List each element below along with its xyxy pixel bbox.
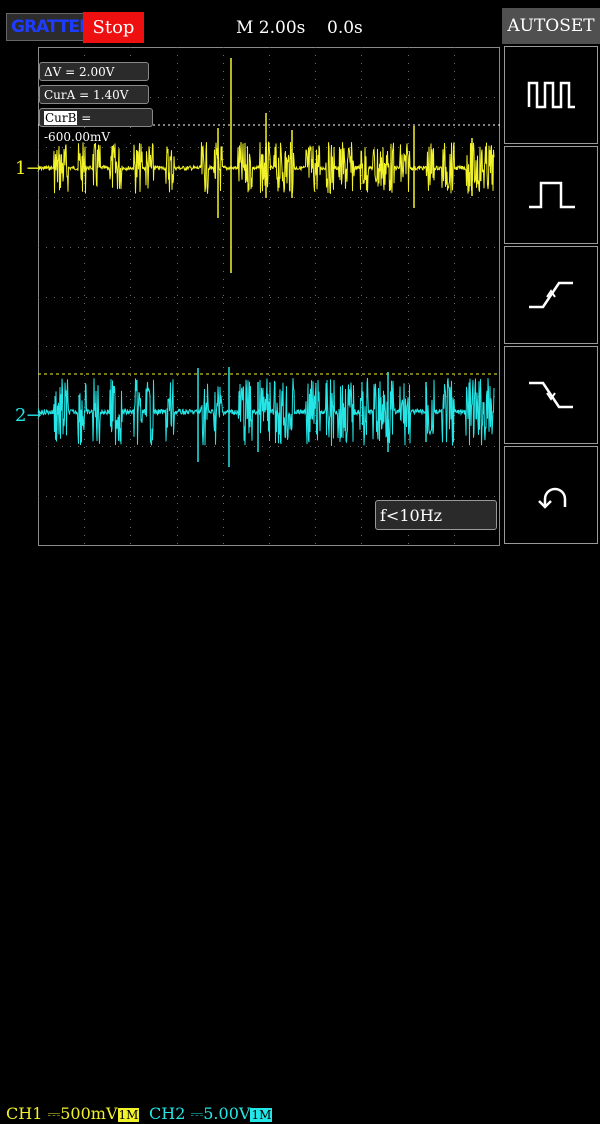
timebase-readout[interactable]: M 2.00s xyxy=(236,18,305,38)
ch1-status[interactable]: CH1 ⎓500mV1M xyxy=(6,1104,140,1124)
run-stop-button[interactable]: Stop xyxy=(83,12,144,43)
ch1-level-marker[interactable]: 1→ xyxy=(15,158,42,179)
arrow-right-icon: → xyxy=(26,405,42,426)
ch2-status[interactable]: CH2 ⎓5.00V1M xyxy=(149,1104,273,1124)
dc-coupling-icon: ⎓ xyxy=(47,1104,61,1123)
ch2-impedance-badge: 1M xyxy=(250,1108,273,1122)
falling-edge-icon xyxy=(529,381,573,409)
ch2-level-marker[interactable]: 2→ xyxy=(15,405,42,426)
arrow-right-icon: → xyxy=(26,158,42,179)
single-period-button[interactable] xyxy=(504,146,598,244)
waveform-display: ΔV = 2.00V CurA = 1.40V CurB = -600.00mV… xyxy=(38,47,500,546)
undo-button[interactable] xyxy=(504,446,598,544)
square-wave-icon xyxy=(527,81,575,109)
cursor-a-readout: CurA = 1.40V xyxy=(39,85,149,104)
single-pulse-icon xyxy=(529,181,575,209)
trigger-position-readout[interactable]: 0.0s xyxy=(327,18,363,38)
dc-coupling-icon: ⎓ xyxy=(190,1104,204,1123)
cursor-b-readout: CurB = -600.00mV xyxy=(39,108,153,144)
trigger-frequency-readout: f<10Hz xyxy=(375,500,497,530)
multi-period-button[interactable] xyxy=(504,46,598,144)
side-menu: AUTOSET xyxy=(502,0,600,600)
ch1-impedance-badge: 1M xyxy=(117,1108,140,1122)
rising-edge-icon xyxy=(529,281,573,309)
rising-edge-button[interactable] xyxy=(504,246,598,344)
delta-v-readout: ΔV = 2.00V xyxy=(39,62,149,81)
falling-edge-button[interactable] xyxy=(504,346,598,444)
autoset-title: AUTOSET xyxy=(502,8,600,44)
status-bar: CH1 ⎓500mV1M CH2 ⎓5.00V1M xyxy=(0,548,500,1123)
undo-icon xyxy=(538,487,567,509)
